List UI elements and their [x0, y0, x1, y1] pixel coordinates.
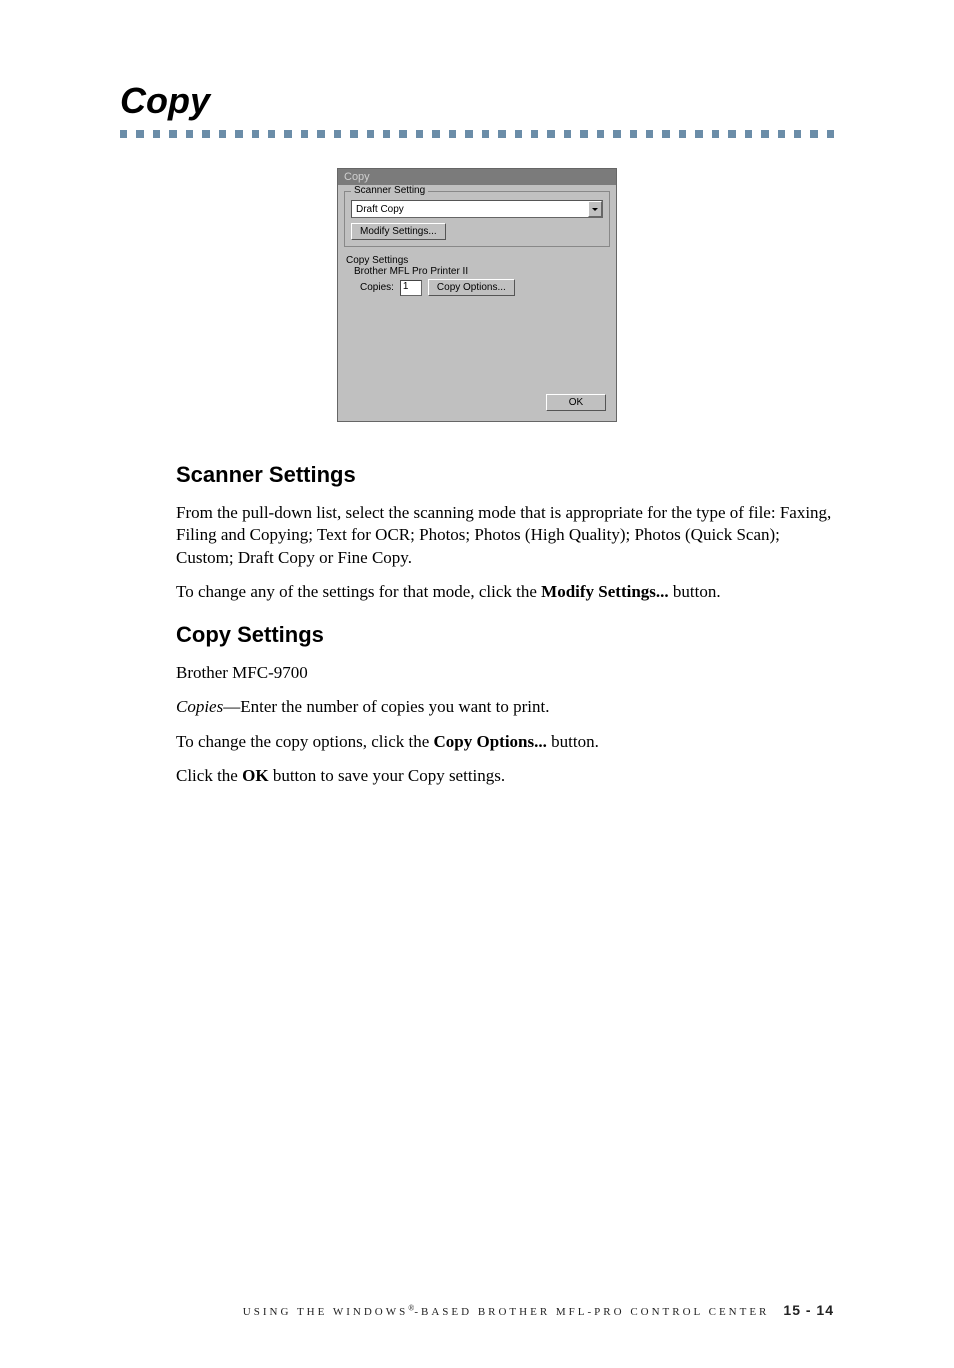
copies-input[interactable]: 1	[400, 280, 422, 296]
copy-options-button[interactable]: Copy Options...	[428, 279, 515, 296]
copy-settings-area: Copy Settings Brother MFL Pro Printer II…	[344, 251, 610, 300]
ok-button[interactable]: OK	[546, 394, 606, 411]
page-heading: Copy	[120, 80, 834, 122]
copy-settings-p4: Click the OK button to save your Copy se…	[176, 765, 834, 787]
copy-settings-label: Copy Settings	[346, 255, 608, 266]
modify-settings-button[interactable]: Modify Settings...	[351, 223, 446, 240]
copies-label: Copies:	[360, 282, 394, 293]
scanner-settings-heading: Scanner Settings	[176, 462, 834, 488]
copy-settings-p3: To change the copy options, click the Co…	[176, 731, 834, 753]
divider	[120, 130, 834, 138]
page-footer: USING THE WINDOWS®-BASED BROTHER MFL-PRO…	[243, 1302, 834, 1318]
scanner-settings-p1: From the pull-down list, select the scan…	[176, 502, 834, 569]
scanner-mode-value: Draft Copy	[356, 204, 404, 215]
copy-settings-p2: Copies—Enter the number of copies you wa…	[176, 696, 834, 718]
page-number: 15 - 14	[783, 1302, 834, 1318]
printer-name: Brother MFL Pro Printer II	[346, 266, 608, 277]
copy-settings-p1: Brother MFC-9700	[176, 662, 834, 684]
scanner-settings-p2: To change any of the settings for that m…	[176, 581, 834, 603]
scanner-setting-fieldset: Scanner Setting Draft Copy Modify Settin…	[344, 191, 610, 247]
dialog-titlebar: Copy	[338, 169, 616, 185]
scanner-setting-legend: Scanner Setting	[351, 185, 428, 196]
chevron-down-icon[interactable]	[588, 201, 602, 217]
copy-dialog: Copy Scanner Setting Draft Copy Modify S…	[337, 168, 617, 422]
dialog-screenshot: Copy Scanner Setting Draft Copy Modify S…	[120, 168, 834, 422]
copy-settings-heading: Copy Settings	[176, 622, 834, 648]
scanner-mode-select[interactable]: Draft Copy	[351, 200, 603, 218]
